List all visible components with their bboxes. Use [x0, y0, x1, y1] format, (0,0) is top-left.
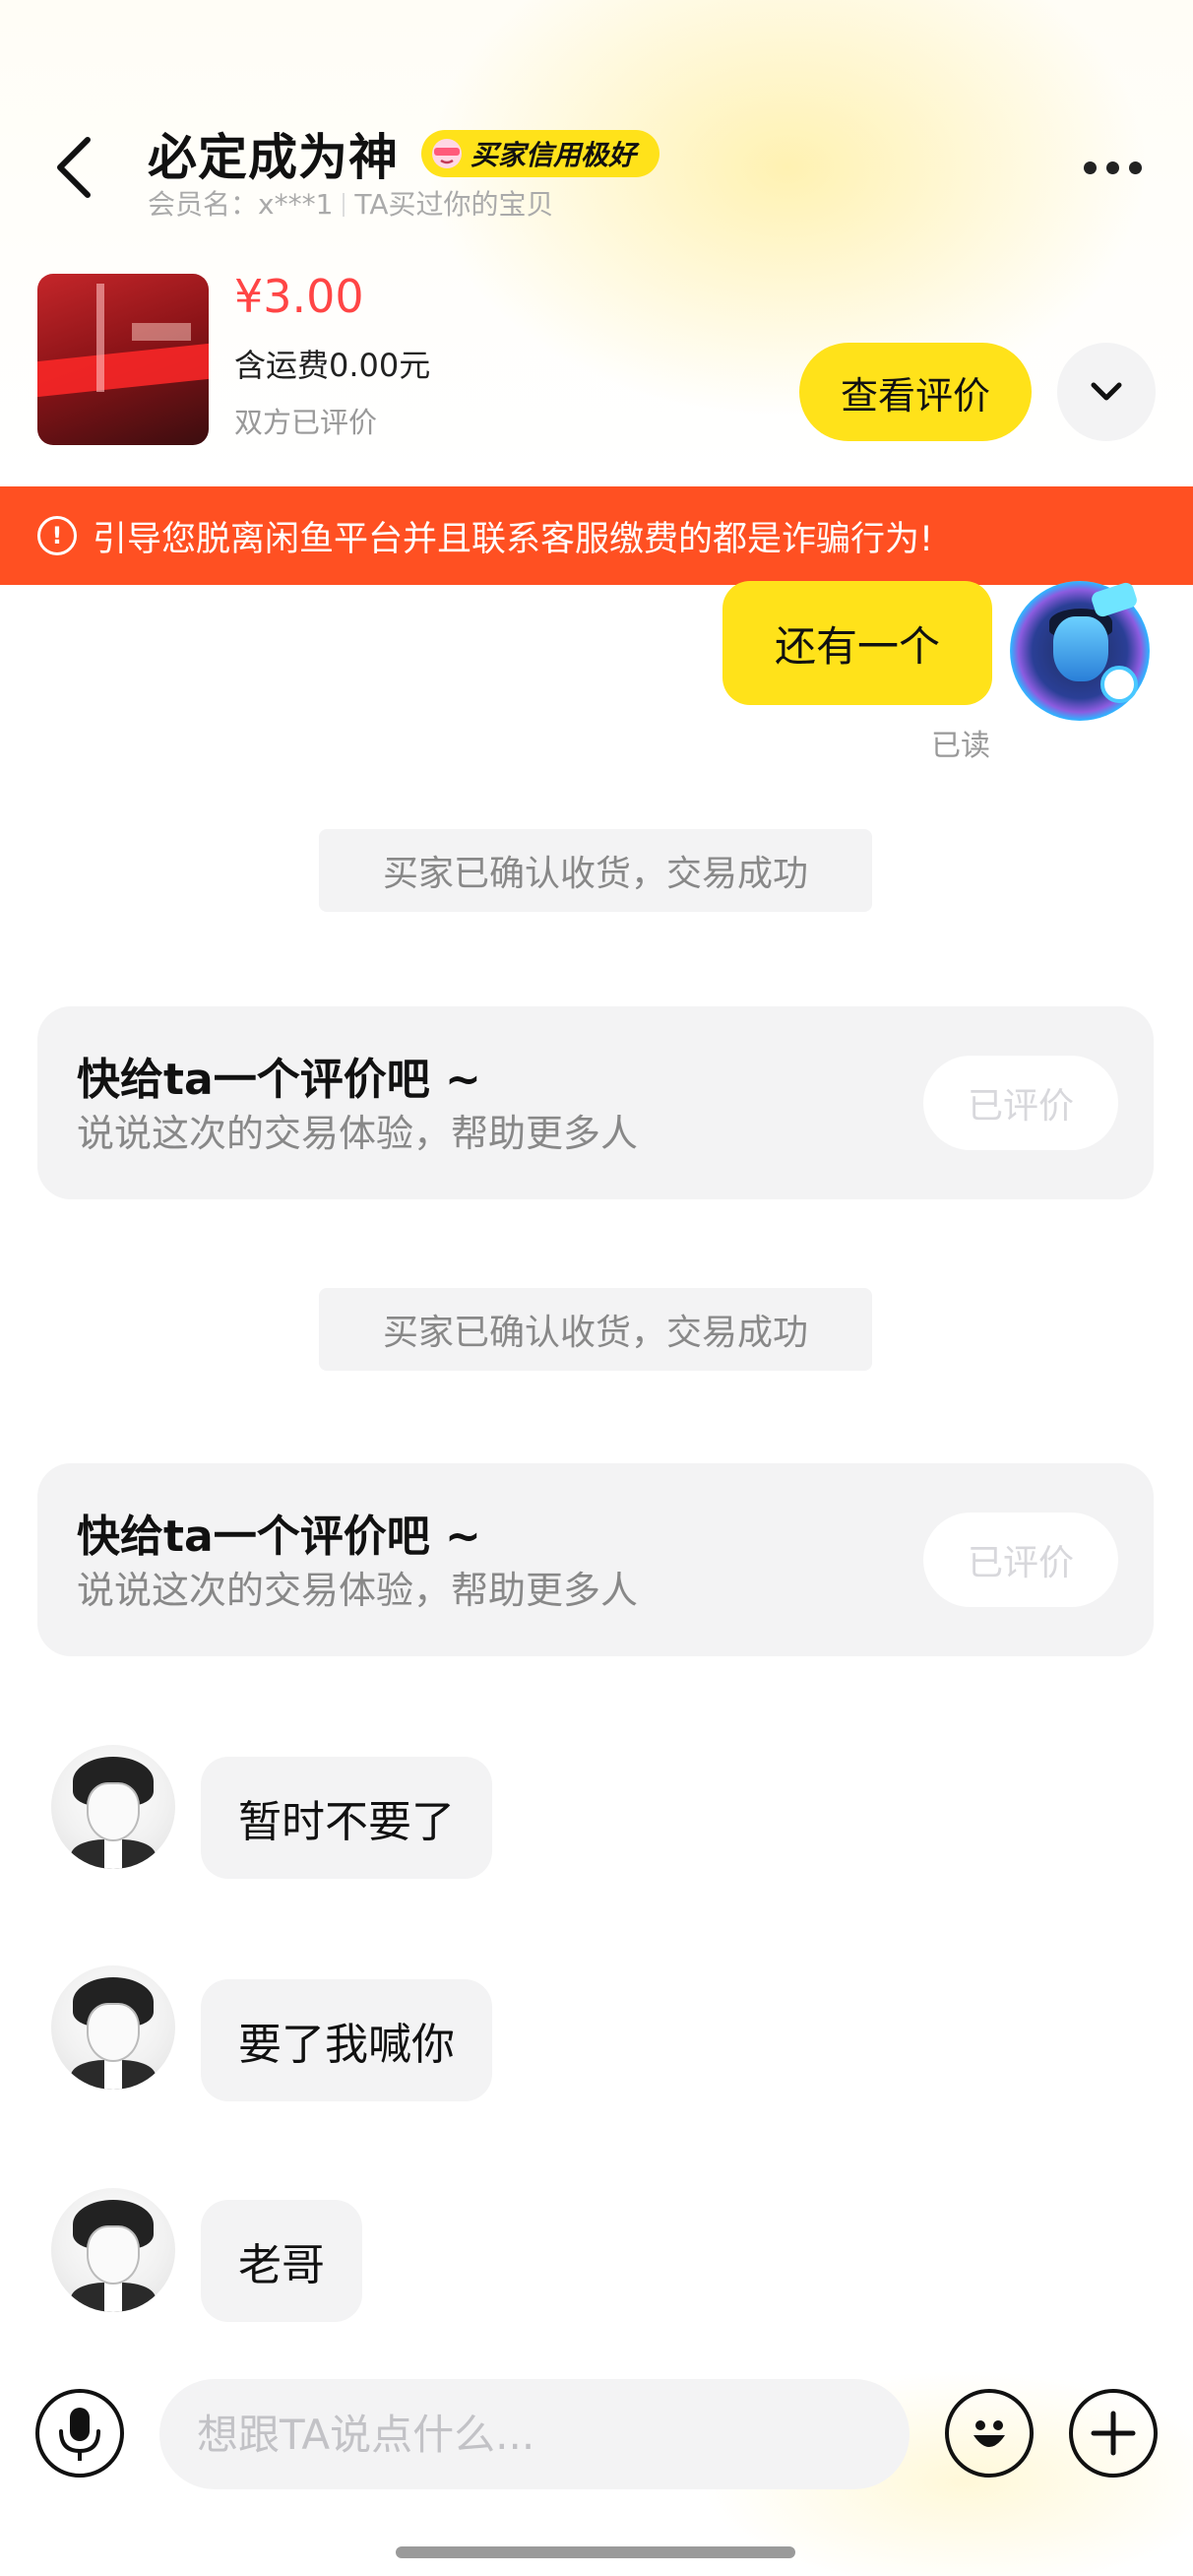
received-message-bubble[interactable]: 要了我喊你 [201, 1979, 492, 2101]
expand-button[interactable] [1057, 343, 1156, 441]
seller-avatar[interactable] [51, 1745, 175, 1869]
product-price: ¥3.00 [234, 270, 364, 323]
reviewed-button[interactable]: 已评价 [923, 1513, 1118, 1607]
read-receipt: 已读 [931, 729, 990, 763]
system-message: 买家已确认收货，交易成功 [319, 1288, 872, 1371]
member-label: 会员名： [148, 188, 259, 221]
seller-avatar[interactable] [51, 1965, 175, 2090]
member-info: 会员名：x***1 TA买过你的宝贝 [148, 183, 554, 223]
more-dots-icon [1083, 161, 1097, 174]
back-arrow-icon [57, 137, 91, 198]
review-prompt-subtitle: 说说这次的交易体验，帮助更多人 [77, 1112, 639, 1155]
credit-emoji-icon [432, 139, 462, 168]
review-prompt-subtitle: 说说这次的交易体验，帮助更多人 [77, 1569, 639, 1612]
sent-message-bubble[interactable]: 还有一个 [722, 581, 992, 705]
fraud-warning-banner: ! 引导您脱离闲鱼平台并且联系客服缴费的都是诈骗行为! [0, 486, 1193, 585]
divider [343, 193, 345, 217]
back-button[interactable] [39, 128, 108, 207]
shipping-info: 含运费0.00元 [234, 347, 431, 384]
message-input[interactable] [159, 2379, 910, 2489]
view-review-button[interactable]: 查看评价 [799, 343, 1032, 441]
plus-circle-icon [1091, 2411, 1136, 2456]
chat-title[interactable]: 必定成为神 [148, 118, 399, 189]
review-status: 双方已评价 [234, 406, 378, 439]
system-message: 买家已确认收货，交易成功 [319, 829, 872, 912]
reviewed-button[interactable]: 已评价 [923, 1056, 1118, 1150]
home-indicator[interactable] [396, 2546, 795, 2558]
review-prompt-card: 快给ta一个评价吧 ~ 说说这次的交易体验，帮助更多人 已评价 [37, 1463, 1154, 1656]
emoji-face-icon [973, 2420, 1005, 2447]
credit-badge[interactable]: 买家信用极好 [421, 130, 660, 177]
product-thumbnail[interactable] [37, 274, 209, 445]
credit-badge-label: 买家信用极好 [471, 139, 637, 171]
more-options-button[interactable] [1073, 148, 1152, 187]
voice-input-button[interactable] [35, 2389, 124, 2478]
microphone-icon [59, 2408, 100, 2461]
emoji-button[interactable] [945, 2389, 1034, 2478]
warning-text: 引导您脱离闲鱼平台并且联系客服缴费的都是诈骗行为! [93, 519, 934, 559]
review-prompt-title: 快给ta一个评价吧 ~ [77, 1512, 481, 1562]
received-message-bubble[interactable]: 暂时不要了 [201, 1757, 492, 1879]
relation-text: TA买过你的宝贝 [354, 188, 554, 221]
received-message-bubble[interactable]: 老哥 [201, 2200, 362, 2322]
my-avatar[interactable] [1010, 580, 1150, 721]
chevron-down-icon [1091, 382, 1122, 401]
member-name: x***1 [258, 188, 334, 221]
alert-circle-icon: ! [37, 516, 77, 555]
more-actions-button[interactable] [1069, 2389, 1158, 2478]
review-prompt-card: 快给ta一个评价吧 ~ 说说这次的交易体验，帮助更多人 已评价 [37, 1006, 1154, 1199]
seller-avatar[interactable] [51, 2188, 175, 2312]
review-prompt-title: 快给ta一个评价吧 ~ [77, 1055, 481, 1105]
